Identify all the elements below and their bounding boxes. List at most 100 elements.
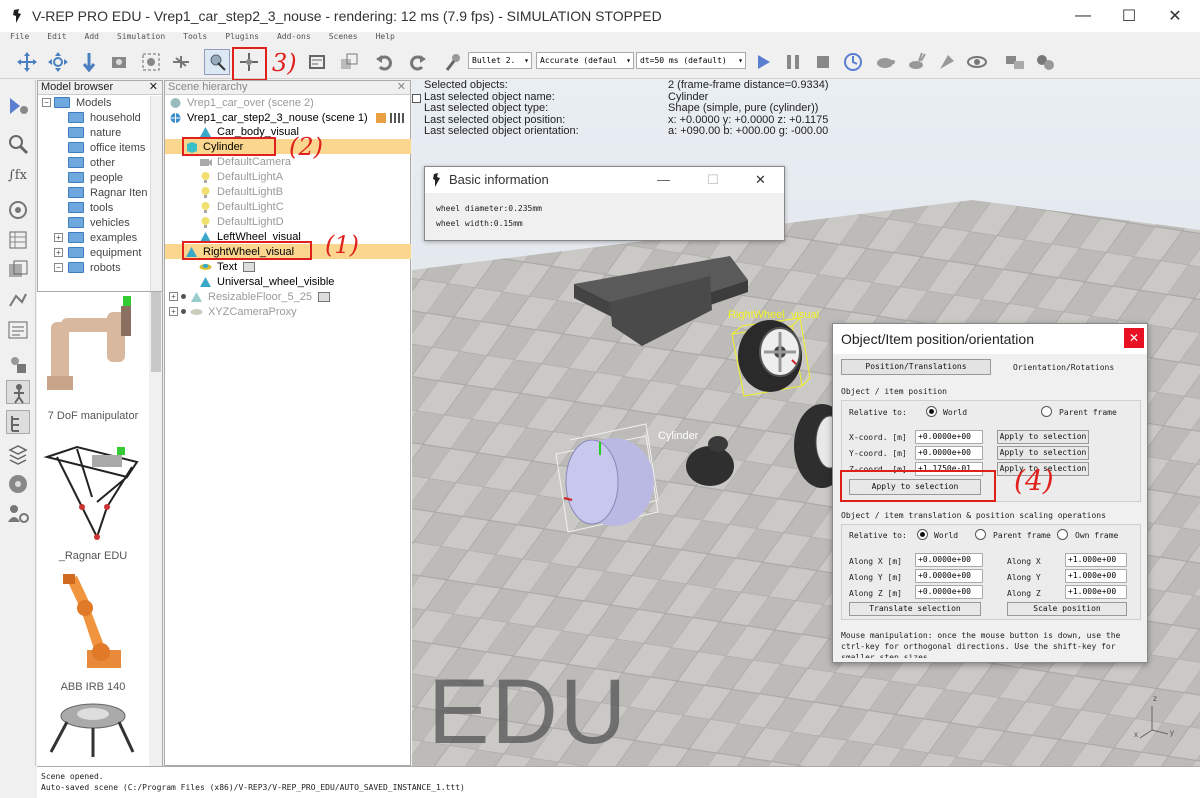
minimize-button[interactable]: — xyxy=(1060,0,1106,32)
path-edit-icon[interactable] xyxy=(6,258,30,282)
collapse-toggle[interactable]: − xyxy=(54,263,63,272)
expand-toggle[interactable]: + xyxy=(169,292,178,301)
info-toggle-checkbox[interactable] xyxy=(412,94,421,103)
model-thumb-ragnar[interactable]: _Ragnar EDU xyxy=(37,437,149,567)
scene-row-light-c[interactable]: DefaultLightC xyxy=(165,199,411,214)
scene-row-universal-wheel[interactable]: Universal_wheel_visible xyxy=(165,274,411,289)
tree-item-examples[interactable]: examples xyxy=(68,230,137,245)
script-icon[interactable] xyxy=(243,261,256,272)
toggle-visualization-icon[interactable] xyxy=(964,49,990,75)
layers-icon[interactable] xyxy=(6,318,30,342)
accuracy-select[interactable]: Accurate (defaul ▾ xyxy=(536,52,634,69)
expand-toggle[interactable]: + xyxy=(169,307,178,316)
radio-own-frame[interactable] xyxy=(1057,529,1068,540)
scene-view-icon[interactable] xyxy=(1002,49,1028,75)
radio-world[interactable] xyxy=(926,406,937,417)
apply-y-button[interactable]: Apply to selection xyxy=(997,446,1089,460)
menu-edit[interactable]: Edit xyxy=(47,32,66,45)
close-button[interactable]: ✕ xyxy=(755,167,766,193)
tree-item-ragnar[interactable]: Ragnar Iten xyxy=(68,185,147,200)
scene-row-light-a[interactable]: DefaultLightA xyxy=(165,169,411,184)
pause-icon[interactable] xyxy=(780,49,806,75)
realtime-icon[interactable] xyxy=(840,49,866,75)
tab-position-translations[interactable]: Position/Translations xyxy=(841,359,991,375)
menu-scenes[interactable]: Scenes xyxy=(329,32,358,45)
object-properties-icon[interactable] xyxy=(6,352,30,376)
radio-parent-frame[interactable] xyxy=(1041,406,1052,417)
expand-toggle[interactable]: + xyxy=(54,248,63,257)
camera-angle-icon[interactable] xyxy=(106,49,132,75)
scene-row-light-b[interactable]: DefaultLightB xyxy=(165,184,411,199)
tree-item-vehicles[interactable]: vehicles xyxy=(68,215,130,230)
scene-hierarchy-icon[interactable] xyxy=(6,410,30,434)
menu-help[interactable]: Help xyxy=(376,32,395,45)
camera-shift-icon[interactable] xyxy=(76,49,102,75)
video-recorder-icon[interactable] xyxy=(6,472,30,496)
scale-x-input[interactable]: +1.000e+00 xyxy=(1065,553,1127,567)
menu-simulation[interactable]: Simulation xyxy=(117,32,165,45)
user-settings-icon[interactable] xyxy=(6,502,30,526)
close-button[interactable]: ✕ xyxy=(1124,328,1144,348)
dynamics-icon[interactable] xyxy=(440,49,466,75)
radio-parent-frame-2[interactable] xyxy=(975,529,986,540)
script-icon[interactable] xyxy=(317,291,330,302)
model-thumb-delta[interactable] xyxy=(37,702,149,766)
settings-bars-icon[interactable] xyxy=(389,112,404,123)
tree-item-office-items[interactable]: office items xyxy=(68,140,145,155)
menu-add[interactable]: Add xyxy=(85,32,99,45)
scene-row-scene1[interactable]: Vrep1_car_step2_3_nouse (scene 1) xyxy=(165,110,411,125)
timestep-select[interactable]: dt=50 ms (default) ▾ xyxy=(636,52,746,69)
scale-y-input[interactable]: +1.000e+00 xyxy=(1065,569,1127,583)
calc-module-icon[interactable]: ∫fx xyxy=(6,162,30,186)
simulation-settings-icon[interactable] xyxy=(6,94,30,118)
camera-fly-icon[interactable] xyxy=(168,49,194,75)
script-icon[interactable] xyxy=(375,112,386,123)
play-icon[interactable] xyxy=(750,49,776,75)
y-coord-input[interactable]: +0.0000e+00 xyxy=(915,446,983,460)
scene-row-light-d[interactable]: DefaultLightD xyxy=(165,214,411,229)
model-browser-toggle-icon[interactable] xyxy=(1032,49,1058,75)
selection-icon[interactable] xyxy=(6,288,30,312)
model-browser-scrollbar[interactable] xyxy=(150,96,162,291)
scene-layers-icon[interactable] xyxy=(6,442,30,466)
scene-row-default-camera[interactable]: DefaultCamera xyxy=(165,154,411,169)
thumbnails-scrollbar[interactable] xyxy=(149,292,162,766)
object-select-icon[interactable] xyxy=(204,49,230,75)
tree-item-other[interactable]: other xyxy=(68,155,115,170)
apply-x-button[interactable]: Apply to selection xyxy=(997,430,1089,444)
menu-addons[interactable]: Add-ons xyxy=(277,32,311,45)
close-window-button[interactable]: ✕ xyxy=(1152,0,1198,32)
scrollbar-thumb[interactable] xyxy=(151,292,161,372)
tree-item-robots[interactable]: robots xyxy=(68,260,121,275)
camera-pan-icon[interactable] xyxy=(14,49,40,75)
scale-z-input[interactable]: +1.000e+00 xyxy=(1065,585,1127,599)
tree-item-household[interactable]: household xyxy=(68,110,141,125)
translate-selection-button[interactable]: Translate selection xyxy=(849,602,981,616)
menu-plugins[interactable]: Plugins xyxy=(225,32,259,45)
model-thumb-abb[interactable]: ABB IRB 140 xyxy=(37,570,149,700)
translate-x-input[interactable]: +0.0000e+00 xyxy=(915,553,983,567)
shape-edit-icon[interactable] xyxy=(6,228,30,252)
radio-world-2[interactable] xyxy=(917,529,928,540)
translate-z-input[interactable]: +0.0000e+00 xyxy=(915,585,983,599)
model-browser-icon[interactable] xyxy=(6,380,30,404)
tree-item-tools[interactable]: tools xyxy=(68,200,113,215)
tree-item-nature[interactable]: nature xyxy=(68,125,121,140)
scene-row-camera-proxy[interactable]: + XYZCameraProxy xyxy=(165,304,411,319)
scale-position-button[interactable]: Scale position xyxy=(1007,602,1127,616)
collapse-toggle[interactable]: − xyxy=(42,98,51,107)
camera-rotate-icon[interactable] xyxy=(45,49,71,75)
tab-orientation-rotations[interactable]: Orientation/Rotations xyxy=(1013,363,1114,372)
tree-item-people[interactable]: people xyxy=(68,170,123,185)
scene-row-floor[interactable]: + ResizableFloor_5_25 xyxy=(165,289,411,304)
assemble-icon[interactable] xyxy=(336,49,362,75)
minimize-button[interactable]: — xyxy=(657,167,670,193)
tree-item-models[interactable]: Models xyxy=(54,95,111,110)
x-coord-input[interactable]: +0.0000e+00 xyxy=(915,430,983,444)
scripts-icon[interactable] xyxy=(6,198,30,222)
expand-toggle[interactable]: + xyxy=(54,233,63,242)
redo-icon[interactable] xyxy=(404,49,430,75)
close-icon[interactable]: ✕ xyxy=(397,81,406,94)
maximize-button[interactable]: ☐ xyxy=(1106,0,1152,32)
threaded-rendering-icon[interactable] xyxy=(934,49,960,75)
